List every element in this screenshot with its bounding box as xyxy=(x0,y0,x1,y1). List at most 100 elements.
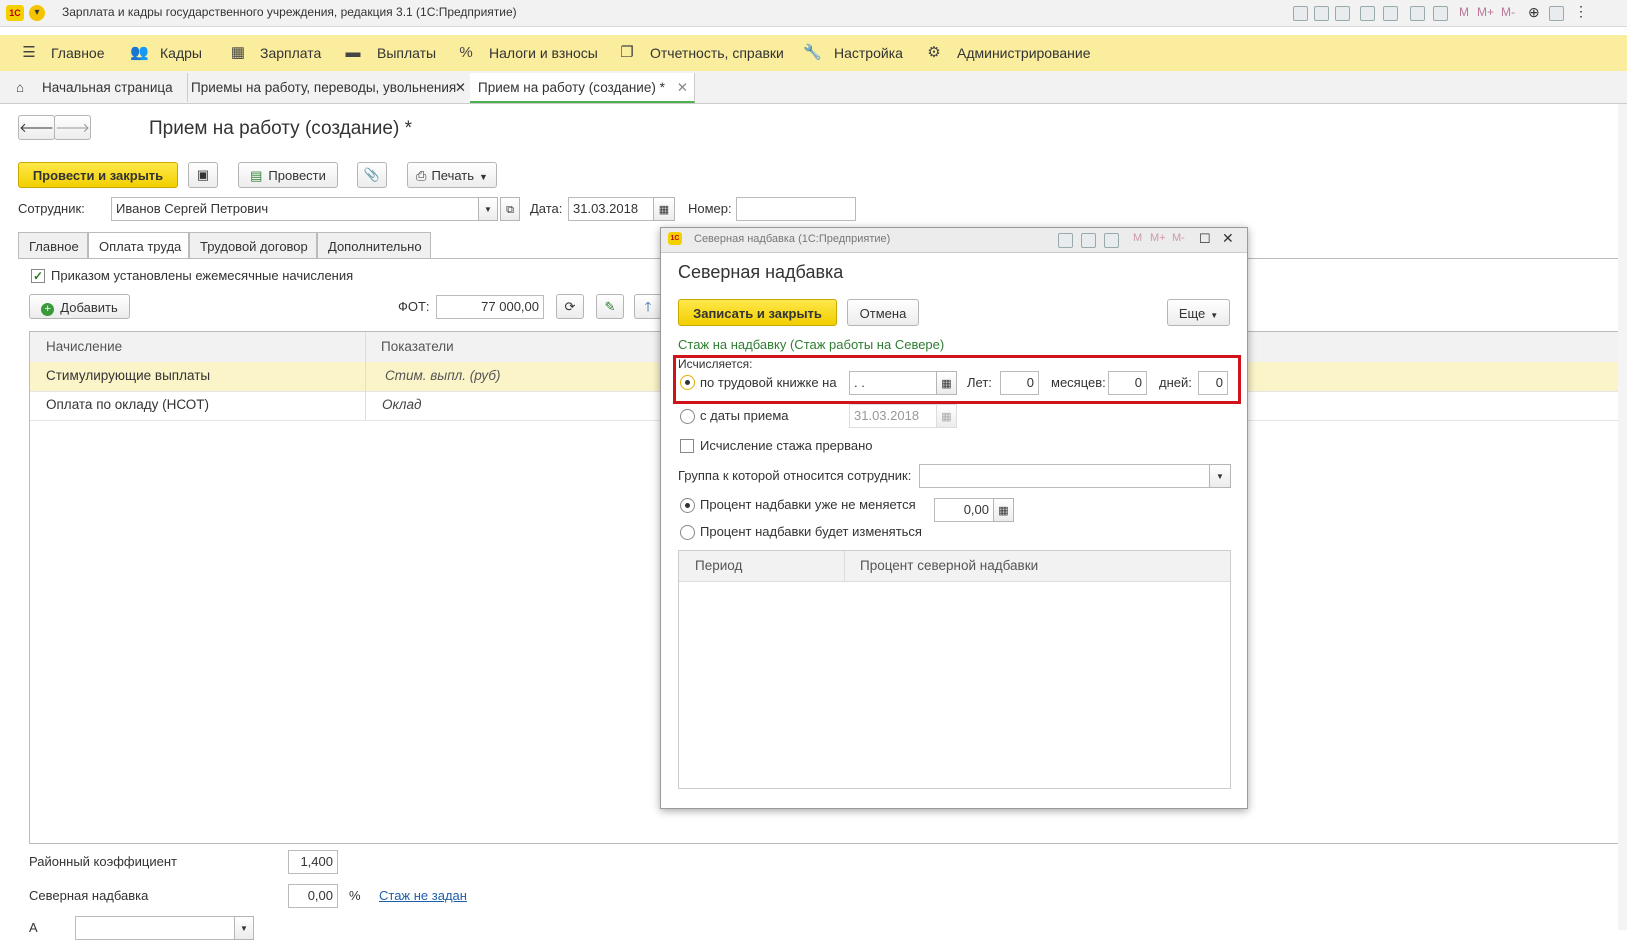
menu-item-reports[interactable]: Отчетность, справки xyxy=(650,44,784,62)
bottom-field[interactable] xyxy=(75,916,235,940)
menu-item-taxes[interactable]: Налоги и взносы xyxy=(489,44,598,62)
save-button[interactable]: ▣ xyxy=(188,162,218,188)
save-and-close-button[interactable]: Записать и закрыть xyxy=(678,299,837,326)
add-button-label: Добавить xyxy=(60,300,118,315)
years-field[interactable]: 0 xyxy=(1000,371,1039,395)
seniority-link[interactable]: Стаж не задан xyxy=(379,886,467,906)
more-button[interactable]: Еще ▼ xyxy=(1167,299,1230,326)
number-field[interactable] xyxy=(736,197,856,221)
window-layout-icon[interactable] xyxy=(1549,6,1564,21)
post-button[interactable]: ▤ Провести xyxy=(238,162,338,188)
menu-item-main[interactable]: Главное xyxy=(51,44,105,62)
by-book-calendar-button[interactable]: ▦ xyxy=(936,371,957,395)
monthly-accruals-checkbox[interactable]: ✓ xyxy=(31,269,45,283)
calendar-icon[interactable] xyxy=(1104,233,1119,248)
dialog-logo: 1С xyxy=(668,232,682,245)
main-menu-chevron-icon[interactable]: ▾ xyxy=(29,5,45,21)
tab-hiring-list[interactable]: Приемы на работу, переводы, увольнения ✕ xyxy=(183,73,473,102)
printer-icon: ⎙ xyxy=(416,168,427,183)
back-button[interactable]: 🡐 xyxy=(18,115,55,140)
attach-button[interactable]: 📎 xyxy=(357,162,387,188)
menu-item-staff[interactable]: Кадры xyxy=(160,44,202,62)
download-icon[interactable] xyxy=(1360,6,1375,21)
zoom-icon[interactable]: ⊕ xyxy=(1528,4,1540,21)
print-button[interactable]: ⎙ Печать ▼ xyxy=(407,162,497,188)
accrual-indicator: Стим. выпл. (руб) xyxy=(385,368,501,383)
people-icon: 👥 xyxy=(130,44,149,61)
scrollbar[interactable] xyxy=(1618,104,1627,930)
calendar-icon[interactable] xyxy=(1433,6,1448,21)
north-allowance-dialog: 1С Северная надбавка (1С:Предприятие) M … xyxy=(660,227,1248,809)
memory-plus-icon[interactable]: M+ xyxy=(1477,5,1494,19)
move-up-button[interactable]: 🡑 xyxy=(634,294,662,319)
tab-main[interactable]: Главное xyxy=(18,232,88,259)
tab-payment[interactable]: Оплата труда xyxy=(88,232,189,259)
menu-item-settings[interactable]: Настройка xyxy=(834,44,903,62)
column-header-indicators[interactable]: Показатели xyxy=(381,333,454,361)
from-hire-radio[interactable] xyxy=(680,409,695,424)
by-book-radio[interactable] xyxy=(680,375,695,390)
fot-field[interactable]: 77 000,00 xyxy=(436,295,544,319)
group-field[interactable] xyxy=(919,464,1211,488)
tab-hiring-create[interactable]: Прием на работу (создание) * ✕ xyxy=(470,73,695,103)
cancel-button[interactable]: Отмена xyxy=(847,299,919,326)
changing-percent-radio[interactable] xyxy=(680,525,695,540)
employee-field[interactable]: Иванов Сергей Петрович xyxy=(111,197,480,221)
column-divider xyxy=(365,362,366,391)
tab-home[interactable]: ⌂ Начальная страница xyxy=(8,73,188,102)
menu-item-salary[interactable]: Зарплата xyxy=(260,44,321,62)
months-label: месяцев: xyxy=(1051,375,1106,390)
bottom-field-dropdown[interactable]: ▼ xyxy=(234,916,254,940)
memory-minus-icon[interactable]: M- xyxy=(1501,5,1515,19)
months-field[interactable]: 0 xyxy=(1108,371,1147,395)
save-icon[interactable] xyxy=(1293,6,1308,21)
memory-m-icon[interactable]: M xyxy=(1133,232,1142,244)
print-icon[interactable] xyxy=(1058,233,1073,248)
column-header-accrual[interactable]: Начисление xyxy=(46,333,122,361)
fixed-percent-field[interactable]: 0,00 xyxy=(934,498,994,522)
calculator-icon[interactable] xyxy=(1410,6,1425,21)
close-icon[interactable]: ✕ xyxy=(455,73,466,102)
employee-dropdown-button[interactable]: ▼ xyxy=(478,197,498,221)
post-and-close-button[interactable]: Провести и закрыть xyxy=(18,162,178,188)
fixed-percent-calc-button[interactable]: ▦ xyxy=(993,498,1014,522)
tab-contract[interactable]: Трудовой договор xyxy=(189,232,317,259)
calendar-icon: ▦ xyxy=(941,378,952,390)
employee-open-button[interactable]: ⧉ xyxy=(500,197,520,221)
by-book-date-field[interactable]: . . xyxy=(849,371,937,395)
interrupted-checkbox[interactable] xyxy=(680,439,694,453)
preview-icon[interactable] xyxy=(1335,6,1350,21)
date-field[interactable]: 31.03.2018 xyxy=(568,197,654,221)
calculator-icon[interactable] xyxy=(1081,233,1096,248)
memory-m-icon[interactable]: M xyxy=(1459,5,1469,19)
maximize-icon[interactable]: ☐ xyxy=(1199,231,1211,247)
forward-button[interactable]: 🡒 xyxy=(54,115,91,140)
close-icon[interactable]: ✕ xyxy=(1222,230,1234,247)
menu-item-admin[interactable]: Администрирование xyxy=(957,44,1091,62)
report-icon: ❐ xyxy=(620,44,634,61)
close-icon[interactable]: ✕ xyxy=(677,73,688,102)
column-header-period[interactable]: Период xyxy=(695,552,742,580)
north-allowance-field[interactable]: 0,00 xyxy=(288,884,338,908)
menu-item-payments[interactable]: Выплаты xyxy=(377,44,436,62)
edit-button[interactable]: ✎ xyxy=(596,294,624,319)
add-button[interactable]: + Добавить xyxy=(29,294,130,319)
tab-additional[interactable]: Дополнительно xyxy=(317,232,431,259)
refresh-button[interactable]: ⟳ xyxy=(556,294,584,319)
gear-icon: ⚙ xyxy=(927,44,941,61)
date-calendar-button[interactable]: ▦ xyxy=(653,197,675,221)
memory-minus-icon[interactable]: M- xyxy=(1172,232,1185,244)
days-field[interactable]: 0 xyxy=(1198,371,1228,395)
print-icon[interactable] xyxy=(1314,6,1329,21)
fixed-percent-radio[interactable] xyxy=(680,498,695,513)
by-book-label: по трудовой книжке на xyxy=(700,375,837,390)
column-header-percent[interactable]: Процент северной надбавки xyxy=(860,552,1038,580)
mail-icon[interactable] xyxy=(1383,6,1398,21)
post-button-label: Провести xyxy=(268,168,326,183)
date-label: Дата: xyxy=(530,201,563,216)
group-dropdown-button[interactable]: ▼ xyxy=(1209,464,1231,488)
district-coef-field[interactable]: 1,400 xyxy=(288,850,338,874)
tab-hiring-list-label: Приемы на работу, переводы, увольнения xyxy=(191,80,457,95)
memory-plus-icon[interactable]: M+ xyxy=(1150,232,1166,244)
more-icon[interactable]: ⋮ xyxy=(1574,3,1588,20)
